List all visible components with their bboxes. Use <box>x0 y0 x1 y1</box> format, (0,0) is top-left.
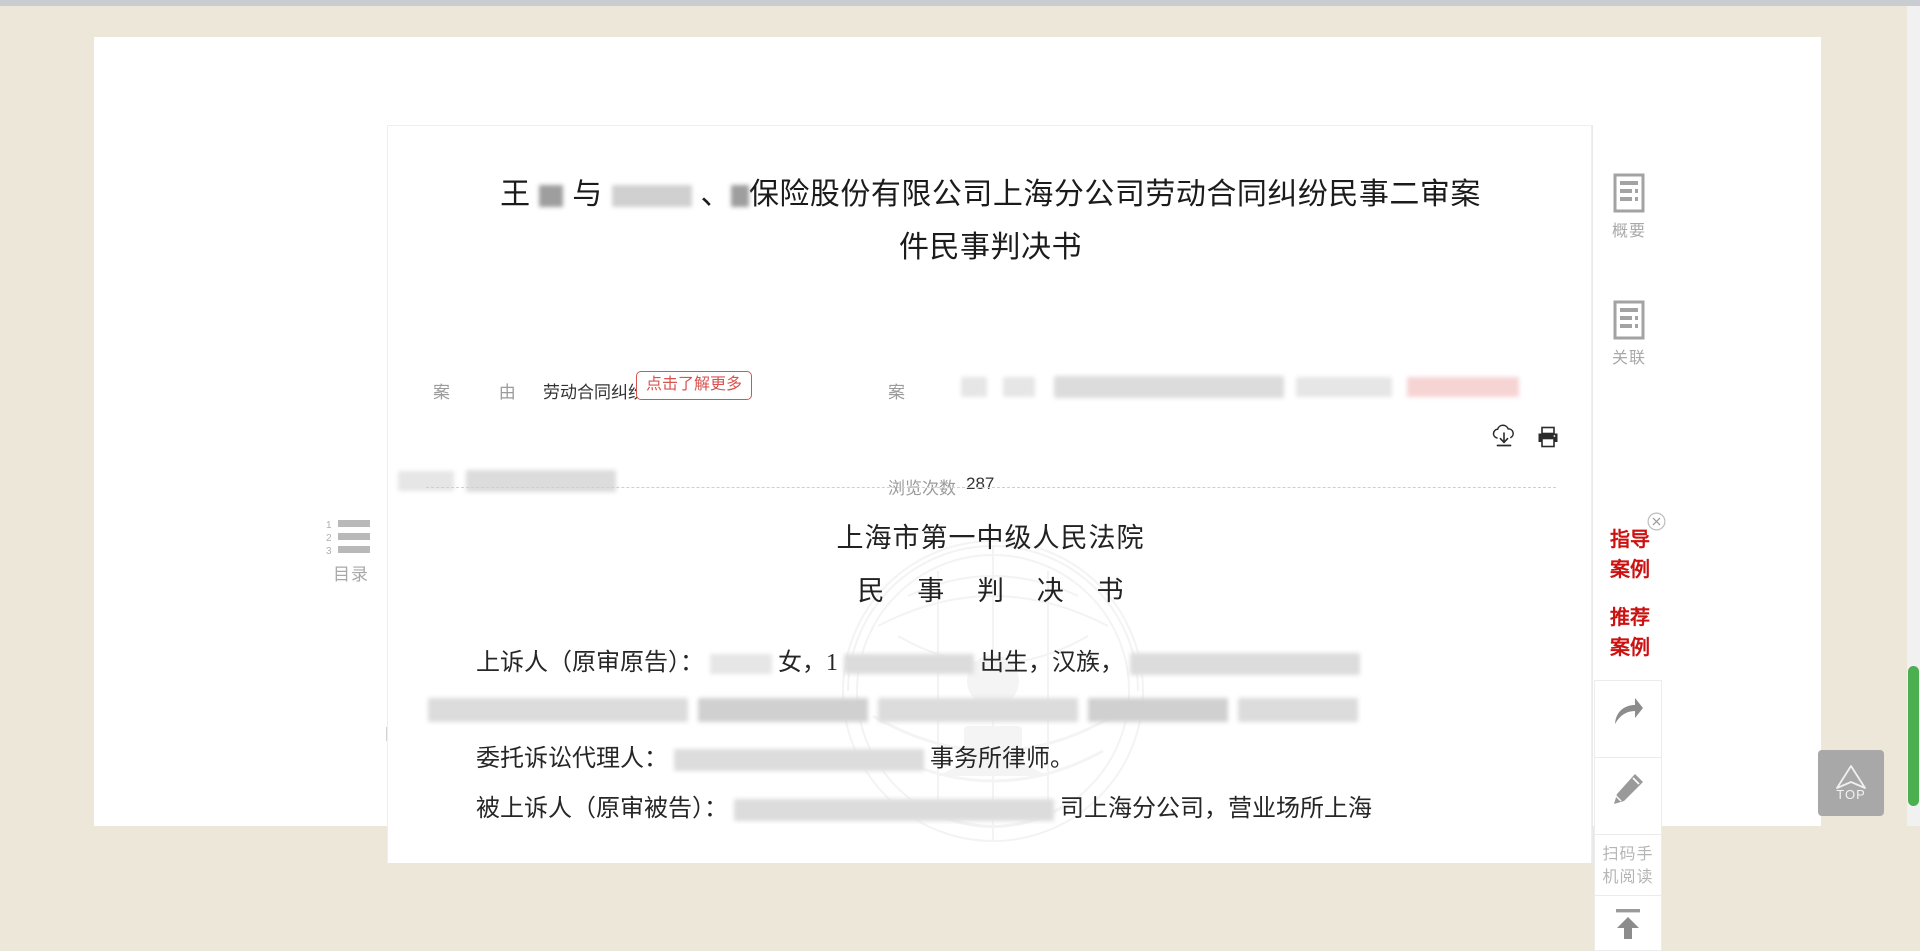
vertical-scrollbar-thumb[interactable] <box>1908 666 1919 806</box>
paragraph-respondent: 被上诉人（原审被告）： 司上海分公司，营业场所上海 <box>428 788 1556 838</box>
document-action-bar <box>1491 424 1561 450</box>
document-lines-icon <box>1609 300 1649 342</box>
sidebar-item-toc[interactable]: 1 2 3 目录 <box>320 517 382 585</box>
document-metadata: 案 由 劳动合同纠纷 点击了解更多 案 浏览次数 287 <box>388 371 1593 498</box>
appellant-name-redaction <box>710 654 772 675</box>
agent-prefix: 委托诉讼代理人： <box>476 746 668 772</box>
related-label: 关联 <box>1611 350 1646 367</box>
numbered-list-icon: 1 2 3 <box>325 517 377 557</box>
svg-text:1: 1 <box>326 520 332 531</box>
title-redaction-1 <box>539 185 564 208</box>
metadata-divider <box>426 487 1556 488</box>
share-arrow-icon <box>1611 695 1645 729</box>
qr-read-line1: 扫码手 <box>1602 846 1654 863</box>
paragraph-fully-redacted <box>428 692 1556 738</box>
right-sidebar: 概要 关联 指导 案例 推荐 案例 扫码手 机阅读 <box>1592 125 1666 951</box>
qr-read-line2: 机阅读 <box>1602 869 1654 886</box>
window-top-strip <box>0 0 1920 6</box>
edit-button[interactable] <box>1594 757 1662 835</box>
respondent-suffix: 司上海分公司，营业场所上海 <box>1060 796 1372 822</box>
qr-mobile-read-button[interactable]: 扫码手 机阅读 <box>1594 834 1662 896</box>
scroll-top-button[interactable] <box>1594 895 1662 951</box>
toc-label: 目录 <box>333 565 369 584</box>
download-icon[interactable] <box>1491 424 1517 450</box>
floating-top-button[interactable]: TOP <box>1818 750 1884 816</box>
respondent-prefix: 被上诉人（原审被告）： <box>476 796 728 822</box>
document-body: 上诉人（原审原告）： 女，1 出生，汉族， 委托诉讼代理人： 事务所律师。 被上… <box>428 642 1556 838</box>
top-button-label: TOP <box>1836 787 1866 802</box>
click-for-more-tooltip[interactable]: 点击了解更多 <box>636 371 753 400</box>
title-prefix: 王 <box>500 178 531 211</box>
arrow-up-bar-icon <box>1611 906 1645 940</box>
document-lines-icon <box>1609 173 1649 215</box>
title-rest: 保险股份有限公司上海分公司劳动合同纠纷民事二审案 <box>748 178 1481 211</box>
promo-guiding-case[interactable]: 指导 案例 <box>1599 525 1661 585</box>
promo-recommended-case[interactable]: 推荐 案例 <box>1599 603 1661 663</box>
case-number-redaction-group <box>923 376 1519 398</box>
court-name: 上海市第一中级人民法院 <box>836 523 1145 553</box>
title-line-2: 件民事判决书 <box>899 231 1082 264</box>
svg-text:2: 2 <box>326 533 332 544</box>
vertical-scrollbar-track[interactable] <box>1907 6 1920 826</box>
appellant-dob-redaction <box>844 654 974 675</box>
title-redaction-3 <box>730 185 749 208</box>
share-button[interactable] <box>1594 680 1662 758</box>
svg-text:3: 3 <box>326 546 332 557</box>
page-canvas: 1 2 3 目录 王 与 、 保险股份有限公司上海分公司劳动合同纠纷民事二审案 … <box>94 37 1821 951</box>
metadata-row-secondary: 浏览次数 287 <box>388 420 1593 498</box>
sidebar-item-related[interactable]: 关联 <box>1597 300 1661 368</box>
views-count: 287 <box>966 474 995 493</box>
pencil-icon <box>1611 772 1645 806</box>
title-mid: 与 <box>572 178 603 211</box>
metadata-row-primary: 案 由 劳动合同纠纷 点击了解更多 案 <box>388 371 1593 406</box>
summary-label: 概要 <box>1611 223 1646 240</box>
agent-suffix: 事务所律师。 <box>930 746 1074 772</box>
document-type-heading: 民 事 判 决 书 <box>857 576 1137 606</box>
respondent-name-redaction <box>734 799 1054 822</box>
cause-value[interactable]: 劳动合同纠纷 <box>543 378 645 403</box>
appellant-prefix: 上诉人（原审原告）： <box>476 650 704 676</box>
document-frame: 王 与 、保险股份有限公司上海分公司劳动合同纠纷民事二审案 件民事判决书 案 由… <box>387 125 1592 863</box>
appellant-dob-suffix: 出生，汉族， <box>980 650 1124 676</box>
cause-label: 案 由 <box>433 383 538 402</box>
promo-guiding-line1: 指导 <box>1610 529 1650 551</box>
page-title: 王 与 、保险股份有限公司上海分公司劳动合同纠纷民事二审案 件民事判决书 <box>428 168 1553 274</box>
promo-guiding-line2: 案例 <box>1610 559 1650 581</box>
paragraph-appellant: 上诉人（原审原告）： 女，1 出生，汉族， <box>428 642 1556 692</box>
promo-recommended-line2: 案例 <box>1610 637 1650 659</box>
metadata-row2-redaction-group <box>388 470 617 492</box>
title-redaction-2 <box>611 185 692 208</box>
print-icon[interactable] <box>1535 424 1561 450</box>
appellant-gender-year: 女，1 <box>778 650 838 676</box>
title-comma: 、 <box>700 178 731 211</box>
case-number-label: 案 <box>888 383 915 402</box>
paragraph-agent: 委托诉讼代理人： 事务所律师。 <box>428 738 1556 788</box>
sidebar-item-summary[interactable]: 概要 <box>1597 173 1661 241</box>
appellant-trailing-redaction <box>1130 653 1360 676</box>
promo-recommended-line1: 推荐 <box>1610 607 1650 629</box>
agent-name-redaction <box>674 749 924 772</box>
